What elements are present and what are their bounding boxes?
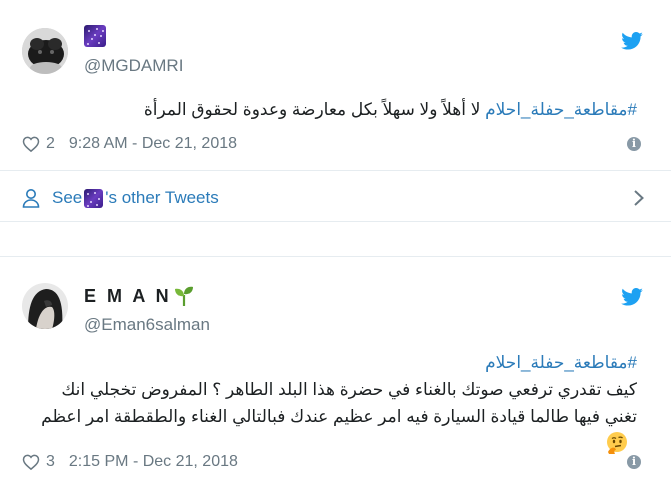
- night-sky-emoji-icon: [84, 25, 106, 47]
- tweet-separator: [0, 222, 671, 256]
- tweet-card-2: E M A N @Eman6salman #مقاطعة_حفلة_احلام …: [0, 256, 671, 483]
- handle[interactable]: @MGDAMRI: [84, 56, 183, 76]
- avatar[interactable]: [22, 28, 68, 74]
- seedling-emoji-icon: [174, 286, 193, 306]
- see-other-tweets-link[interactable]: See 's other Tweets: [22, 185, 649, 211]
- person-icon: [22, 189, 40, 208]
- handle[interactable]: @Eman6salman: [84, 315, 210, 335]
- tweet-line-2: تغني فيها طالما قيادة السيارة فيه امر عظ…: [41, 407, 637, 426]
- avatar-image: [22, 283, 68, 329]
- twitter-bird-icon[interactable]: [621, 32, 643, 50]
- display-name[interactable]: [84, 25, 106, 47]
- timestamp-link[interactable]: 9:28 AM - Dec 21, 2018: [69, 135, 237, 153]
- tweet-body: لا أهلاً ولا سهلاً بكل معارضة وعدوة لحقو…: [143, 100, 486, 119]
- display-name-text: E M A N: [84, 285, 172, 306]
- tweet-text: #مقاطعة_حفلة_احلام لا أهلاً ولا سهلاً بك…: [22, 96, 637, 123]
- hashtag-link[interactable]: #مقاطعة_حفلة_احلام: [485, 100, 637, 119]
- info-icon[interactable]: i: [627, 455, 641, 469]
- night-sky-emoji-icon: [84, 188, 104, 208]
- tweet-line-1: كيف تقدري ترفعي صوتك بالغناء في حضرة هذا…: [61, 380, 637, 399]
- timestamp-link[interactable]: 2:15 PM - Dec 21, 2018: [69, 453, 238, 471]
- avatar[interactable]: [22, 283, 68, 329]
- chevron-right-icon[interactable]: [633, 189, 645, 207]
- see-suffix: 's other Tweets: [105, 188, 219, 207]
- heart-icon[interactable]: [22, 453, 40, 471]
- info-icon[interactable]: i: [627, 137, 641, 151]
- tweet-meta: 3 2:15 PM - Dec 21, 2018: [22, 451, 238, 473]
- tweet-meta: 2 9:28 AM - Dec 21, 2018: [22, 133, 237, 155]
- avatar-image: [22, 28, 68, 74]
- thinking-face-emoji-icon: [607, 432, 627, 454]
- like-count: 3: [46, 453, 55, 470]
- twitter-bird-icon[interactable]: [621, 288, 643, 306]
- tweet-line-2-row: تغني فيها طالما قيادة السيارة فيه امر عظ…: [22, 403, 637, 457]
- see-prefix: See: [52, 188, 83, 207]
- heart-icon[interactable]: [22, 135, 40, 153]
- like-count: 2: [46, 135, 55, 152]
- display-name[interactable]: E M A N: [84, 285, 194, 307]
- divider: [0, 170, 671, 171]
- tweet-text: #مقاطعة_حفلة_احلام كيف تقدري ترفعي صوتك …: [22, 349, 637, 457]
- tweet-card-1: @MGDAMRI #مقاطعة_حفلة_احلام لا أهلاً ولا…: [0, 0, 671, 222]
- hashtag-link[interactable]: #مقاطعة_حفلة_احلام: [485, 353, 637, 372]
